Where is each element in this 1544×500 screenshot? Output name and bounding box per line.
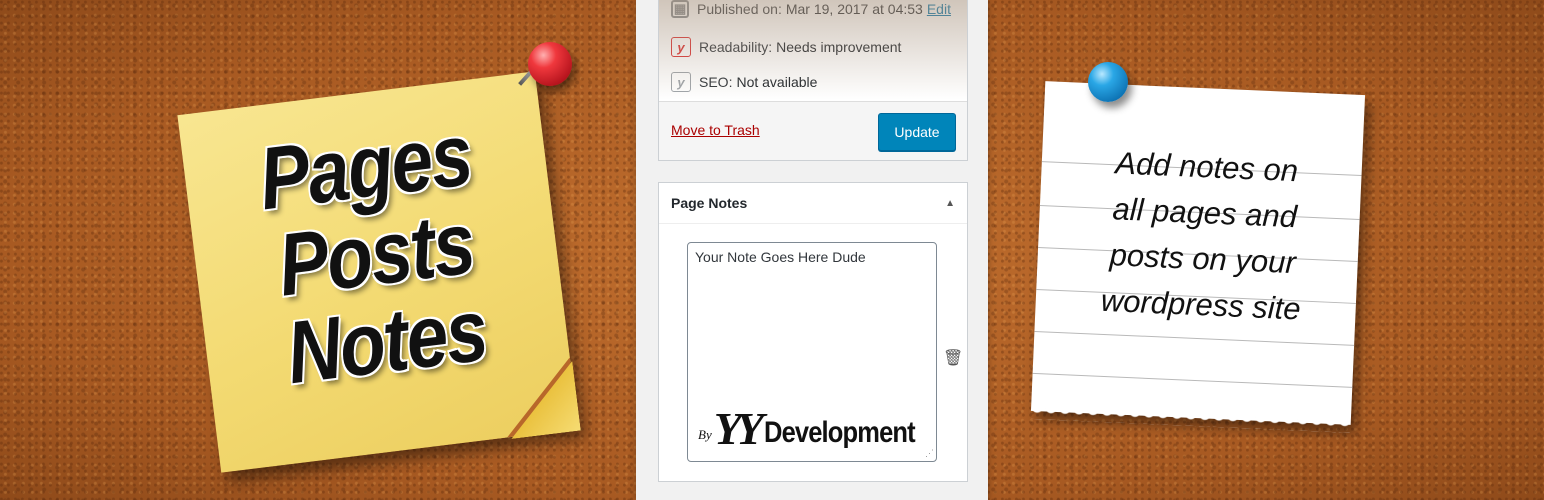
seo-value: Not available	[736, 74, 818, 90]
collapse-arrow-icon[interactable]: ▲	[945, 198, 955, 209]
published-row: ▦ Published on: Mar 19, 2017 at 04:53 Ed…	[671, 0, 951, 18]
blue-pushpin-icon	[1088, 62, 1128, 102]
yoast-seo-icon: y	[671, 72, 691, 92]
calendar-icon: ▦	[671, 0, 689, 18]
note-textarea[interactable]: Your Note Goes Here Dude By YY Developme…	[687, 242, 937, 462]
published-label: Published on:	[697, 1, 782, 17]
yoast-readability-icon: y	[671, 37, 691, 57]
lined-paper-note: Add notes on all pages and posts on your…	[1030, 81, 1366, 433]
sticky-note-title: Pages Posts Notes	[181, 101, 570, 407]
trash-icon[interactable]: 🗑	[943, 348, 963, 368]
page-notes-header[interactable]: Page Notes ▲	[659, 183, 967, 224]
readability-label: Readability:	[699, 39, 773, 55]
paper-note-text: Add notes on all pages and posts on your…	[1075, 139, 1333, 334]
move-to-trash-link[interactable]: Move to Trash	[671, 122, 760, 138]
note-text: Your Note Goes Here Dude	[695, 249, 866, 265]
wordpress-sidebar: ▦ Published on: Mar 19, 2017 at 04:53 Ed…	[636, 0, 988, 500]
seo-label: SEO:	[699, 74, 733, 90]
page-notes-title: Page Notes	[671, 195, 748, 211]
readability-row: y Readability: Needs improvement	[671, 37, 901, 57]
resize-grip-icon[interactable]: ⋰	[925, 448, 934, 459]
paper-line-4: wordpress site	[1100, 282, 1302, 327]
publish-actions: Move to Trash Update	[659, 101, 967, 160]
update-button[interactable]: Update	[878, 113, 956, 151]
red-pushpin-icon	[528, 42, 572, 86]
edit-date-link[interactable]: Edit	[927, 1, 951, 17]
seo-row: y SEO: Not available	[671, 72, 817, 92]
sticky-note-curl	[503, 361, 581, 439]
published-date: Mar 19, 2017 at 04:53	[785, 1, 923, 17]
readability-value: Needs improvement	[776, 39, 902, 55]
page-notes-box: Page Notes ▲ Your Note Goes Here Dude By…	[658, 182, 968, 482]
yy-development-logo: By YY Development	[698, 403, 916, 454]
publish-box: ▦ Published on: Mar 19, 2017 at 04:53 Ed…	[658, 0, 968, 161]
sticky-note: Pages Posts Notes	[177, 71, 581, 473]
